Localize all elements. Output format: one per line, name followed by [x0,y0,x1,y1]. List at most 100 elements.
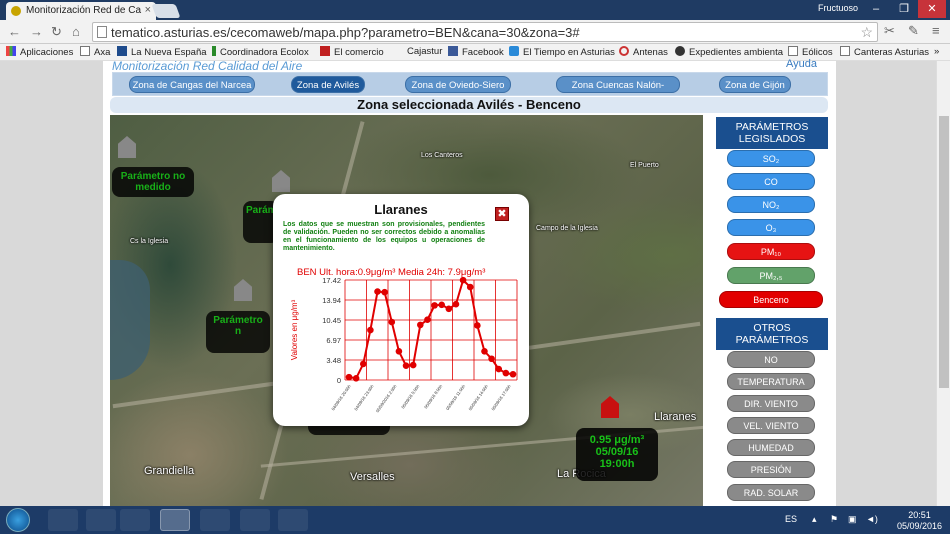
folder-icon[interactable] [86,509,116,531]
bookmark-star-icon[interactable]: ☆ [860,24,873,41]
clock-time: 20:51 [908,510,931,520]
x-tick-label: 05/09/16 5:00h [400,383,421,409]
page-icon [788,46,798,56]
clock-date: 05/09/2016 [896,521,942,531]
media-player-icon[interactable] [120,509,150,531]
clock[interactable]: 20:51 05/09/2016 [897,510,942,532]
station-marker-icon[interactable] [118,136,136,158]
y-tick-label: 6.97 [326,336,341,345]
close-window-icon[interactable]: ✕ [918,0,946,18]
close-tab-icon[interactable]: × [145,4,151,16]
word-icon[interactable] [200,509,230,531]
param-so2-button[interactable]: SO₂ [727,150,815,167]
windows-taskbar: ES ▴ ⚑ ▣ ◄) 20:51 05/09/2016 [0,506,950,534]
forward-icon[interactable]: → [30,24,43,39]
zone-aviles-button[interactable]: Zona de Avilés [291,76,365,93]
bookmark-facebook[interactable]: Facebook [448,46,504,58]
restore-icon[interactable]: ❐ [890,0,918,18]
ie-icon[interactable] [48,509,78,531]
param-benceno-button[interactable]: Benceno [719,291,823,308]
tray-expand-icon[interactable]: ▴ [812,514,817,525]
volume-icon[interactable]: ◄) [866,514,878,524]
zone-cuencas-button[interactable]: Zona Cuencas Nalón-Caudal [556,76,680,108]
data-point [402,362,410,369]
home-icon[interactable]: ⌂ [72,24,80,39]
station-marker-icon[interactable] [234,279,252,301]
param-rad-solar-button[interactable]: RAD. SOLAR [727,484,815,501]
map-label-versalles: Versalles [350,471,395,483]
chrome-icon[interactable] [160,509,190,531]
reload-icon[interactable]: ↻ [51,24,62,40]
paint-icon[interactable] [278,509,308,531]
bookmark-coordinadora[interactable]: Coordinadora Ecolox [212,46,309,58]
bookmark-cajastur[interactable]: Cajastur [407,46,442,57]
y-tick-label: 13.94 [322,296,341,305]
data-point [409,361,417,369]
globe-icon [675,46,685,56]
minimize-icon[interactable]: – [862,0,890,18]
param-temperatura-button[interactable]: TEMPERATURA [727,373,815,390]
flag-icon[interactable]: ⚑ [830,514,838,525]
param-pm25-button[interactable]: PM₂,₅ [727,267,815,284]
new-tab-button[interactable] [151,4,181,18]
param-vel-viento-button[interactable]: VEL. VIENTO [727,417,815,434]
ec-icon [320,46,330,56]
language-indicator[interactable]: ES [785,514,797,524]
bookmark-tiempo[interactable]: El Tiempo en Asturias [509,46,615,58]
y-tick-label: 10.45 [322,316,341,325]
bookmark-eolicos[interactable]: Eólicos [788,46,833,58]
llaranes-reading: 0.95 μg/m³ 05/09/16 19:00h [576,428,658,481]
data-point [431,302,438,309]
param-humedad-button[interactable]: HUMEDAD [727,439,815,456]
station-no-data-3: Parámetro n [206,311,270,353]
zone-cangas-button[interactable]: Zona de Cangas del Narcea [129,76,255,93]
bookmark-apps[interactable]: Aplicaciones [6,46,73,58]
map-label-el-puerto: El Puerto [630,162,659,169]
llaranes-station-icon[interactable] [601,396,619,418]
tab-title: Monitorización Red de Ca [26,5,142,16]
bookmark-antenas[interactable]: Antenas [619,46,668,58]
data-point [388,318,396,326]
zone-gijon-button[interactable]: Zona de Gijón [719,76,791,93]
page-scrollbar[interactable] [936,61,950,506]
profile-name[interactable]: Fructuoso [818,3,858,13]
popup-close-icon[interactable]: ✖ [495,207,509,221]
data-point [445,305,453,313]
param-co-button[interactable]: CO [727,173,815,190]
param-o3-button[interactable]: O₃ [727,219,815,236]
extension-icon[interactable]: ✂ [884,23,895,39]
portal-title: Monitorización Red Calidad del Aire [112,59,303,73]
network-icon[interactable]: ▣ [848,514,857,525]
popup-title: Llaranes [374,202,428,217]
bookmark-elcomercio[interactable]: El comercio [320,46,384,58]
param-no-button[interactable]: NO [727,351,815,368]
tab-bar: Monitorización Red de Ca × Fructuoso – ❐… [0,0,950,20]
bookmark-axa[interactable]: Axa [80,46,110,58]
x-tick-label: 05/09/16 11:00h [445,383,467,411]
data-point [359,360,367,368]
zone-oviedo-button[interactable]: Zona de Oviedo-Siero [405,76,511,93]
start-button[interactable] [6,508,30,532]
param-presion-button[interactable]: PRESIÓN [727,461,815,478]
pen-icon[interactable]: ✎ [908,23,919,39]
scrollbar-thumb[interactable] [939,116,949,388]
browser-tab[interactable]: Monitorización Red de Ca × [6,2,156,20]
window-controls: – ❐ ✕ [862,0,946,18]
address-bar[interactable]: tematico.asturias.es/cecomaweb/mapa.php?… [92,22,878,42]
data-point [395,347,403,355]
param-no2-button[interactable]: NO₂ [727,196,815,213]
y-tick-label: 0 [337,376,341,385]
x-tick-label: 05/09/16 17:00h [490,383,512,411]
bookmark-lne[interactable]: La Nueva España [117,46,207,58]
menu-icon[interactable]: ≡ [932,23,940,38]
data-point [424,316,431,324]
param-pm10-button[interactable]: PM₁₀ [727,243,815,260]
help-link[interactable]: Ayuda [786,58,817,70]
excel-icon[interactable] [240,509,270,531]
back-icon[interactable]: ← [8,24,21,39]
station-marker-icon[interactable] [272,170,290,192]
bookmarks-overflow[interactable]: » [934,46,939,57]
param-dir-viento-button[interactable]: DIR. VIENTO [727,395,815,412]
bookmark-canteras[interactable]: Canteras Asturias [840,46,929,58]
bookmark-expedientes[interactable]: Expedientes ambienta [675,46,783,58]
